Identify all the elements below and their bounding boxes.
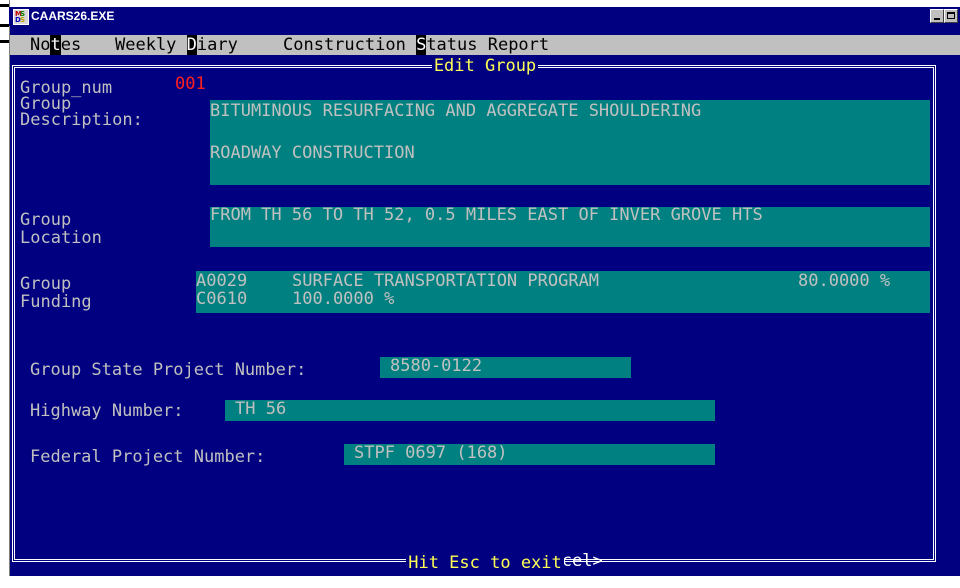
funding-name-1: SURFACE TRANSPORTATION PROGRAM bbox=[292, 271, 600, 291]
funding-label-2: Funding bbox=[20, 292, 92, 312]
dialog-footer: Hit Esc to exit bbox=[406, 553, 564, 573]
minimize-icon bbox=[934, 18, 940, 20]
funding-label-1: Group bbox=[20, 274, 72, 294]
dialog-title: Edit Group bbox=[431, 56, 539, 76]
group-num-value[interactable]: 001 bbox=[175, 76, 206, 93]
minimize-button[interactable] bbox=[930, 9, 944, 23]
funding-code-2: C0610 bbox=[196, 289, 248, 309]
funding-pct-1: 80.0000 % bbox=[798, 271, 891, 291]
dos-screen: Notes Weekly Diary Construction Status R… bbox=[10, 26, 960, 576]
msdos-app-icon[interactable]: M S D S bbox=[13, 9, 29, 25]
description-label-2: Description: bbox=[20, 110, 143, 130]
maximize-button[interactable] bbox=[944, 9, 958, 23]
federal-project-label: Federal Project Number: bbox=[30, 447, 266, 467]
menu-notes[interactable]: Notes bbox=[30, 35, 81, 55]
state-project-value: 8580-0122 bbox=[390, 356, 483, 376]
description-line-2: ROADWAY CONSTRUCTION bbox=[210, 143, 415, 163]
menu-construction-status-report[interactable]: Construction Status Report bbox=[283, 35, 549, 55]
federal-project-field[interactable]: STPF 0697 (168) bbox=[344, 444, 715, 465]
funding-pct-2: 100.0000 % bbox=[292, 289, 395, 309]
federal-project-value: STPF 0697 (168) bbox=[354, 443, 508, 463]
state-project-field[interactable]: 8580-0122 bbox=[380, 357, 631, 378]
highway-number-value: TH 56 bbox=[235, 399, 287, 419]
funding-code-1: A0029 bbox=[196, 271, 248, 291]
window-title: CAARS26.EXE bbox=[31, 9, 115, 23]
window-left-edge bbox=[0, 0, 10, 576]
highway-number-field[interactable]: TH 56 bbox=[225, 400, 715, 421]
location-label-2: Location bbox=[20, 228, 102, 248]
highway-number-label: Highway Number: bbox=[30, 401, 184, 421]
title-bar[interactable]: M S D S CAARS26.EXE bbox=[9, 7, 960, 26]
app-window: M S D S CAARS26.EXE Notes Weekly Diary C… bbox=[0, 0, 960, 576]
location-value: FROM TH 56 TO TH 52, 0.5 MILES EAST OF I… bbox=[210, 205, 763, 225]
description-line-1: BITUMINOUS RESURFACING AND AGGREGATE SHO… bbox=[210, 101, 702, 121]
location-label-1: Group bbox=[20, 210, 72, 230]
group-description-field[interactable]: BITUMINOUS RESURFACING AND AGGREGATE SHO… bbox=[210, 100, 930, 185]
menu-bar: Notes Weekly Diary Construction Status R… bbox=[10, 35, 960, 55]
state-project-label: Group State Project Number: bbox=[30, 360, 307, 380]
menu-weekly-diary[interactable]: Weekly Diary bbox=[115, 35, 238, 55]
group-location-field[interactable]: FROM TH 56 TO TH 52, 0.5 MILES EAST OF I… bbox=[210, 207, 930, 247]
group-funding-field[interactable]: A0029 SURFACE TRANSPORTATION PROGRAM 80.… bbox=[196, 271, 930, 313]
maximize-icon bbox=[947, 12, 955, 19]
